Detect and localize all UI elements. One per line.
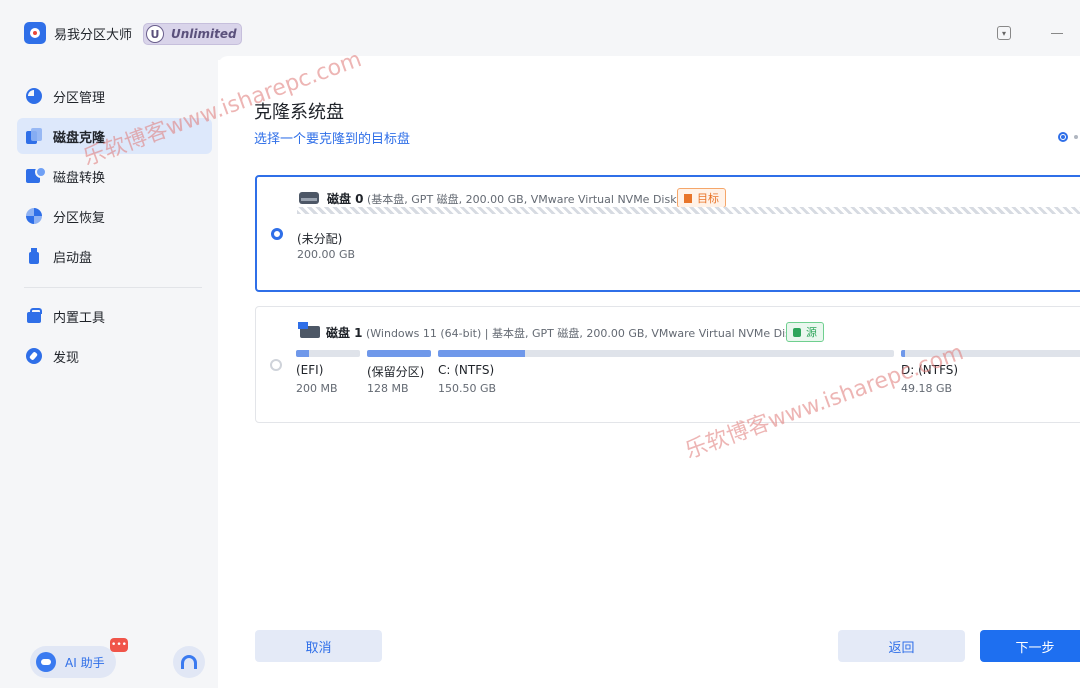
sidebar-item-label: 磁盘克隆: [53, 130, 106, 146]
back-button[interactable]: 返回: [838, 630, 965, 662]
app-title: 易我分区大师: [54, 28, 133, 43]
sidebar-item-label: 发现: [53, 350, 80, 366]
title-bar: 易我分区大师 U Unlimited ▾: [0, 0, 1080, 60]
window-menu-button[interactable]: ▾: [993, 22, 1015, 44]
chat-bubble-icon: •••: [110, 638, 128, 652]
target-tag: 目标: [677, 188, 726, 208]
sidebar-item-disk-clone[interactable]: 磁盘克隆: [17, 118, 212, 154]
partition-size: 200.00 GB: [297, 248, 356, 261]
clone-icon: [26, 128, 42, 144]
ai-assistant-button[interactable]: AI 助手 •••: [30, 638, 128, 678]
sidebar-item-label: 磁盘转换: [53, 170, 106, 186]
partition-bar-d: [901, 350, 1080, 357]
sidebar-item-boot-disk[interactable]: 启动盘: [17, 238, 212, 274]
step-next-icon: [1074, 135, 1078, 139]
disk-card-0[interactable]: 磁盘 0 (基本盘, GPT 磁盘, 200.00 GB, VMware Vir…: [255, 175, 1080, 292]
disk-0-info: (基本盘, GPT 磁盘, 200.00 GB, VMware Virtual …: [367, 193, 685, 206]
page-title: 克隆系统盘: [254, 102, 344, 123]
disk-1-info: (Windows 11 (64-bit) | 基本盘, GPT 磁盘, 200.…: [366, 327, 806, 340]
cancel-button[interactable]: 取消: [255, 630, 382, 662]
headset-icon: [181, 655, 197, 669]
license-badge-text: Unlimited: [171, 27, 237, 41]
sidebar-item-partition-recovery[interactable]: 分区恢复: [17, 198, 212, 234]
partition-size: 200 MB: [296, 382, 338, 395]
disk-card-1[interactable]: 磁盘 1 (Windows 11 (64-bit) | 基本盘, GPT 磁盘,…: [255, 306, 1080, 423]
unallocated-bar: [297, 207, 1080, 214]
minimize-button[interactable]: [1046, 22, 1068, 44]
flag-icon: [684, 193, 692, 203]
partition-name: D: (NTFS): [901, 363, 959, 377]
bootable-disk-icon: [26, 248, 42, 264]
sidebar-item-label: 启动盘: [53, 250, 93, 266]
toolbox-icon: [26, 308, 42, 324]
app-logo-icon: [24, 22, 46, 44]
disk-0-name: 磁盘 0: [327, 192, 364, 206]
license-badge[interactable]: U Unlimited: [143, 23, 242, 45]
sidebar-item-label: 分区管理: [53, 90, 106, 106]
disk-1-radio[interactable]: [270, 359, 282, 371]
sidebar: 分区管理 磁盘克隆 磁盘转换 分区恢复 启动盘 内置工具 发现 AI 助手 ••…: [0, 60, 218, 688]
ai-assistant-label: AI 助手: [65, 655, 105, 670]
partition-bar-efi: [296, 350, 360, 357]
source-tag-label: 源: [806, 326, 817, 339]
system-disk-icon: [298, 322, 320, 338]
sidebar-item-tools[interactable]: 内置工具: [17, 298, 212, 334]
partition-bar-msr: [367, 350, 431, 357]
sidebar-item-discover[interactable]: 发现: [17, 338, 212, 374]
chatbot-icon: [36, 652, 56, 672]
partition-name: (EFI): [296, 363, 324, 377]
sidebar-item-partition-manager[interactable]: 分区管理: [17, 78, 212, 114]
support-button[interactable]: [173, 646, 205, 678]
pie-chart-icon: [26, 88, 42, 104]
lock-icon: [793, 327, 801, 337]
convert-icon: [26, 166, 47, 184]
minimize-icon: [1051, 32, 1063, 34]
license-u-icon: U: [146, 25, 164, 43]
disk-1-name: 磁盘 1: [326, 326, 363, 340]
partition-size: 128 MB: [367, 382, 409, 395]
target-tag-label: 目标: [697, 192, 719, 205]
partition-bar-c: [438, 350, 894, 357]
page-subtitle: 选择一个要克隆到的目标盘: [254, 132, 411, 147]
compass-icon: [26, 348, 42, 364]
disk-0-radio[interactable]: [271, 228, 283, 240]
partition-name: C: (NTFS): [438, 363, 495, 377]
step-current-icon: [1058, 132, 1068, 142]
partition-name: (保留分区): [367, 365, 425, 379]
recovery-icon: [26, 208, 42, 224]
sidebar-item-label: 内置工具: [53, 310, 106, 326]
sidebar-divider: [24, 287, 202, 288]
sidebar-item-disk-convert[interactable]: 磁盘转换: [17, 158, 212, 194]
hard-disk-icon: [299, 192, 319, 204]
next-button[interactable]: 下一步: [980, 630, 1080, 662]
main-panel: 克隆系统盘 选择一个要克隆到的目标盘 磁盘 0 (基本盘, GPT 磁盘, 20…: [218, 56, 1080, 688]
dropdown-icon: ▾: [997, 26, 1011, 40]
sidebar-item-label: 分区恢复: [53, 210, 106, 226]
partition-name: (未分配): [297, 232, 343, 246]
step-indicator: [1058, 132, 1078, 142]
partition-size: 49.18 GB: [901, 382, 953, 395]
source-tag: 源: [786, 322, 824, 342]
partition-size: 150.50 GB: [438, 382, 497, 395]
